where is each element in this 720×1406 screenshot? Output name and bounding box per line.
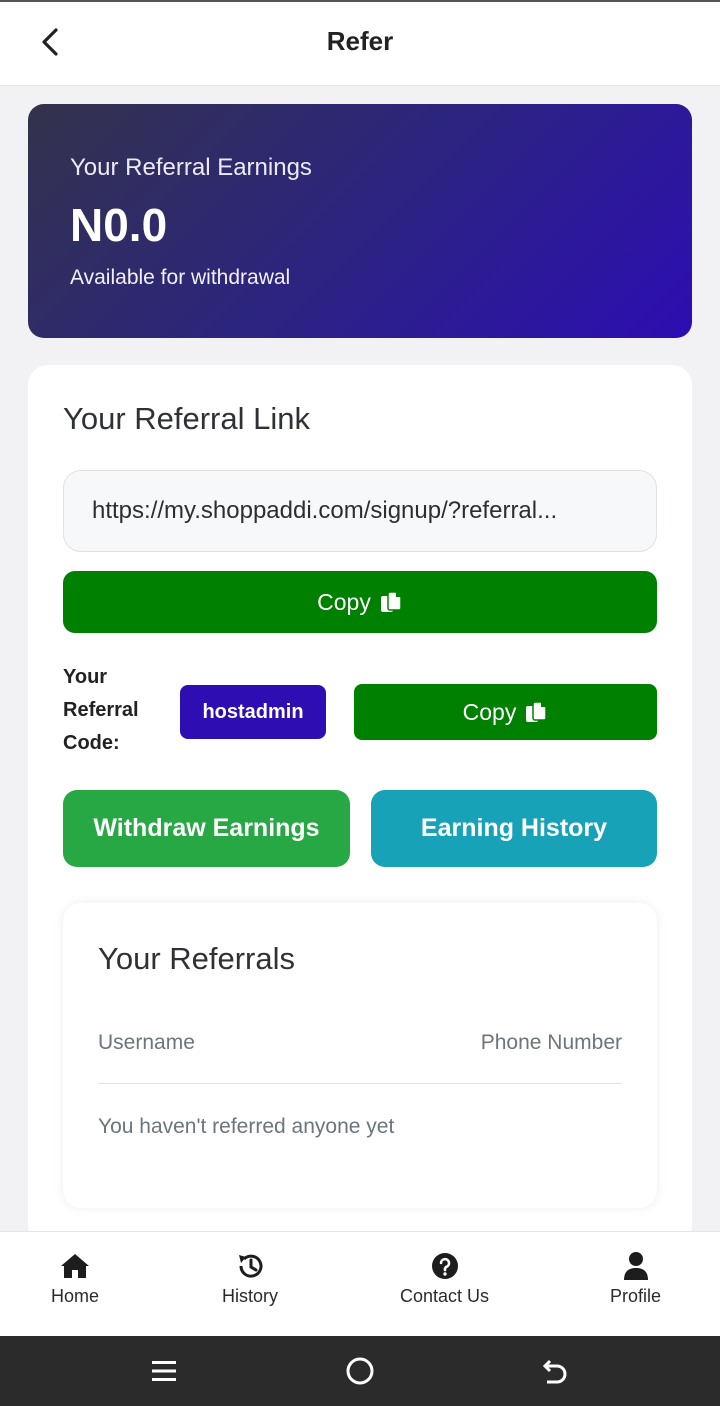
page-title: Refer	[326, 26, 394, 56]
history-icon	[239, 1254, 263, 1278]
copy-code-button[interactable]: Copy	[354, 684, 657, 740]
help-circle-icon	[431, 1253, 458, 1279]
copy-icon	[380, 591, 402, 612]
earnings-sublabel: Available for withdrawal	[70, 266, 291, 289]
nav-label-history: History	[222, 1286, 279, 1306]
nav-item-history[interactable]: History	[222, 1250, 278, 1307]
copy-link-label: Copy	[317, 588, 371, 615]
back-arrow-icon	[542, 1359, 567, 1384]
earnings-label: Your Referral Earnings	[70, 154, 312, 181]
bottom-navigation: Home History Contact Us Profile	[0, 1231, 720, 1336]
copy-icon	[526, 701, 548, 722]
nav-item-contact[interactable]: Contact Us	[400, 1250, 489, 1307]
home-system-button[interactable]	[343, 1354, 377, 1388]
table-divider	[98, 1083, 622, 1084]
column-header-username: Username	[98, 1031, 195, 1054]
earnings-amount: N0.0	[70, 199, 168, 251]
nav-label-contact: Contact Us	[400, 1286, 490, 1306]
column-header-phone: Phone Number	[480, 1031, 622, 1054]
referral-link-field[interactable]: https://my.shoppaddi.com/signup/?referra…	[63, 470, 657, 552]
circle-icon	[346, 1357, 374, 1385]
earnings-card: Your Referral Earnings N0.0 Available fo…	[28, 104, 692, 338]
nav-label-profile: Profile	[610, 1286, 662, 1306]
referral-link-text: https://my.shoppaddi.com/signup/?referra…	[92, 497, 558, 524]
copy-link-button[interactable]: Copy	[63, 571, 657, 633]
recent-apps-button[interactable]	[147, 1354, 181, 1388]
referral-code-label: Your Referral Code:	[63, 666, 139, 754]
nav-label-home: Home	[51, 1286, 100, 1306]
referral-link-title: Your Referral Link	[63, 401, 310, 436]
referrals-table-card: Your Referrals Username Phone Number You…	[63, 903, 657, 1208]
system-navigation-bar	[0, 1336, 720, 1406]
user-icon	[623, 1252, 648, 1280]
app-header: Refer	[0, 2, 720, 86]
referral-card: Your Referral Link https://my.shoppaddi.…	[28, 365, 692, 1245]
withdraw-earnings-button[interactable]: Withdraw Earnings	[63, 790, 350, 867]
nav-item-profile[interactable]: Profile	[610, 1250, 661, 1307]
home-icon	[61, 1254, 89, 1278]
earning-history-button[interactable]: Earning History	[371, 790, 657, 867]
referral-code-badge: hostadmin	[180, 685, 326, 739]
nav-item-home[interactable]: Home	[51, 1250, 99, 1307]
back-system-button[interactable]	[537, 1354, 571, 1388]
referrals-title: Your Referrals	[98, 941, 296, 976]
menu-icon	[152, 1361, 176, 1381]
empty-referrals-message: You haven't referred anyone yet	[98, 1115, 395, 1138]
copy-code-label: Copy	[462, 698, 517, 725]
